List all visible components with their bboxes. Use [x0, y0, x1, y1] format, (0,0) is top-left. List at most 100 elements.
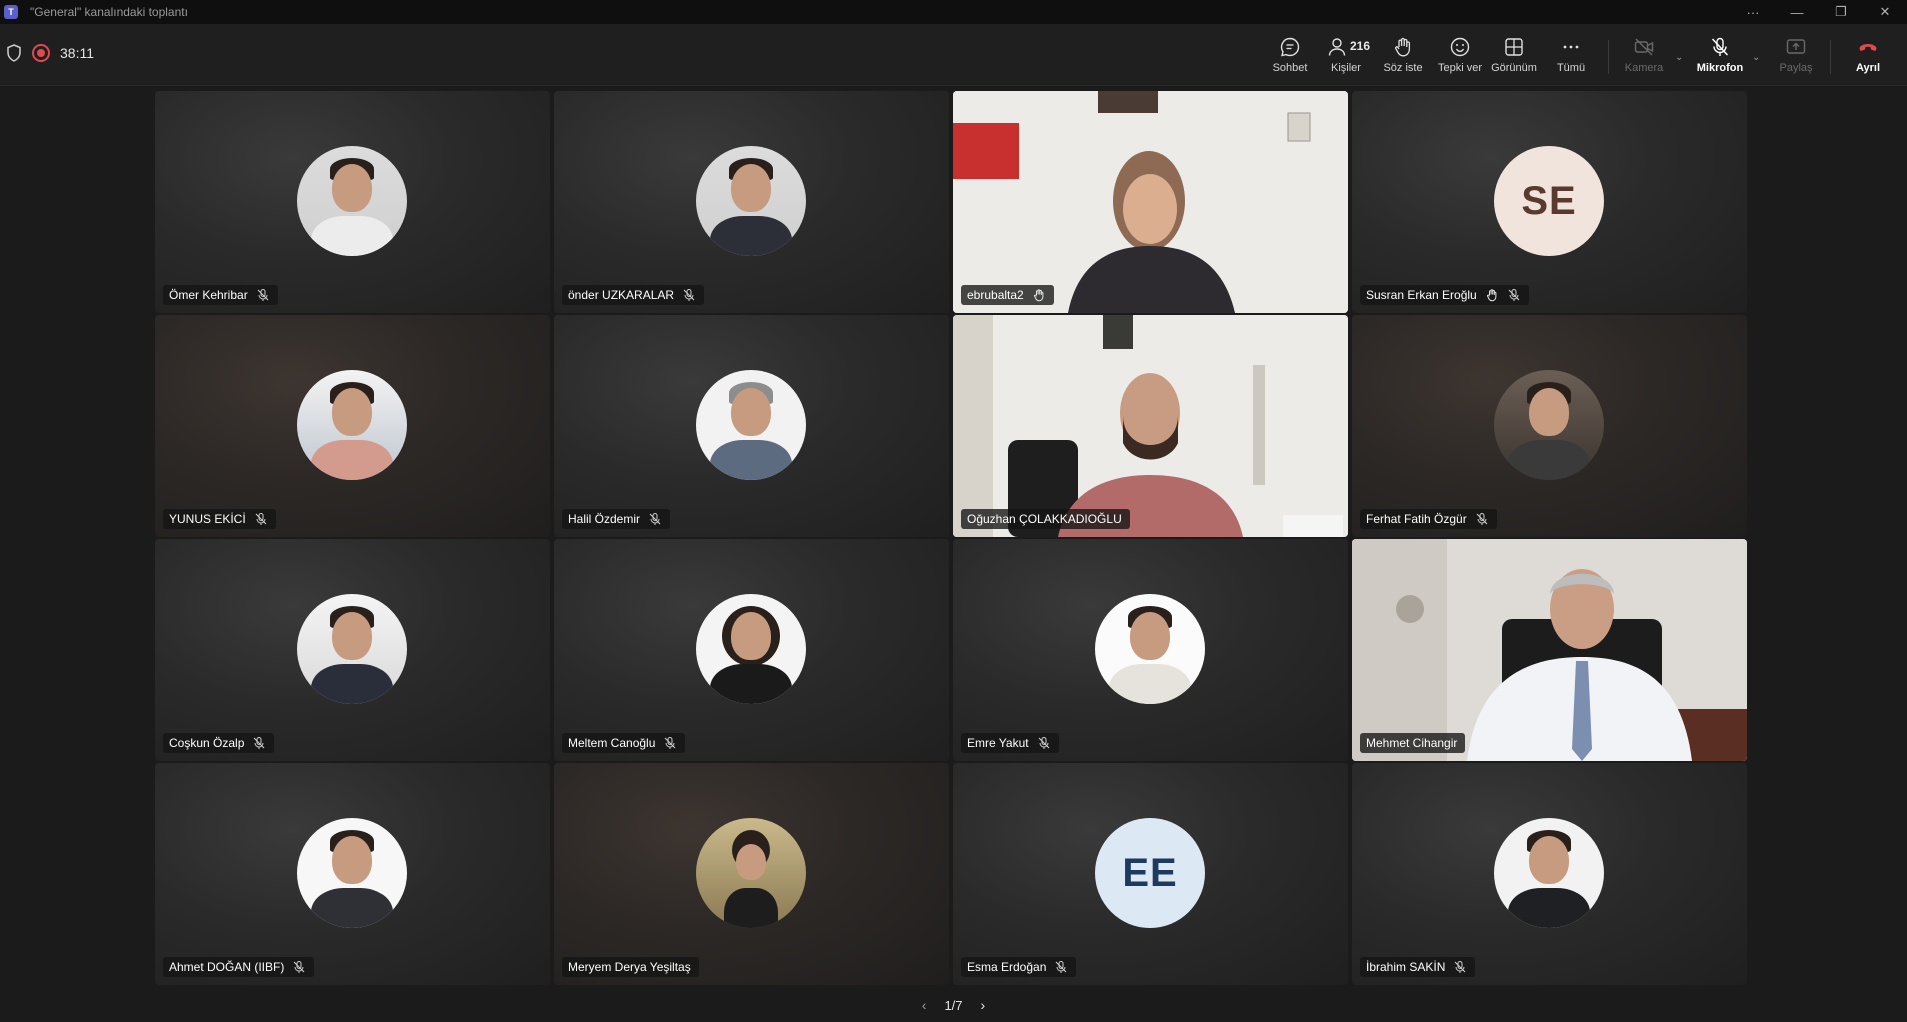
participant-name-tag: Ahmet DOĞAN (IIBF)	[163, 957, 315, 977]
close-icon[interactable]: ✕	[1863, 0, 1907, 24]
mic-button[interactable]: Mikrofon	[1696, 36, 1744, 80]
share-button[interactable]: Paylaş	[1778, 36, 1814, 80]
mic-off-icon	[1476, 513, 1488, 525]
participant-name: YUNUS EKİCİ	[169, 512, 246, 526]
participant-name-tag: Emre Yakut	[961, 733, 1059, 753]
title-bar: T "General" kanalındaki toplantı ··· — ❐…	[0, 0, 1907, 24]
view-label: Görünüm	[1491, 62, 1537, 74]
leave-button[interactable]: Ayrıl	[1852, 36, 1884, 80]
participant-name: Meltem Canoğlu	[568, 736, 656, 750]
mic-off-icon	[1711, 37, 1729, 56]
share-label: Paylaş	[1779, 62, 1813, 74]
camera-button[interactable]: Kamera	[1624, 36, 1664, 80]
mic-options-chevron-icon[interactable]: ⌄	[1752, 52, 1760, 63]
participant-photo	[1494, 370, 1604, 480]
toolbar-divider	[1830, 40, 1831, 74]
chat-button[interactable]: Sohbet	[1272, 36, 1308, 80]
participant-initials-avatar: SE	[1494, 146, 1604, 256]
participant-initials-avatar: EE	[1095, 818, 1205, 928]
raise-hand-icon	[1033, 289, 1044, 302]
participant-name-tag: Meltem Canoğlu	[562, 733, 686, 753]
participant-video-tile[interactable]: ebrubalta2	[953, 91, 1348, 313]
participant-name: Ahmet DOĞAN (IIBF)	[169, 960, 285, 974]
participant-tile[interactable]: Coşkun Özalp	[155, 539, 550, 761]
participant-name: Halil Özdemir	[568, 512, 641, 526]
recording-icon	[32, 44, 50, 62]
participant-video-tile[interactable]: Mehmet Cihangir	[1352, 539, 1747, 761]
leave-label: Ayrıl	[1855, 62, 1881, 74]
participant-photo	[1095, 594, 1205, 704]
people-count: 216	[1350, 39, 1371, 53]
participant-name: İbrahim SAKİN	[1366, 960, 1446, 974]
mic-off-icon	[253, 737, 265, 749]
restore-icon[interactable]: ❐	[1819, 0, 1863, 24]
participant-tile[interactable]: Halil Özdemir	[554, 315, 949, 537]
mic-off-icon	[683, 289, 695, 301]
participant-name-tag: Ferhat Fatih Özgür	[1360, 509, 1497, 529]
participant-name-tag: Coşkun Özalp	[163, 733, 275, 753]
next-page-icon[interactable]: ›	[981, 997, 986, 1013]
camera-off-icon	[1634, 38, 1654, 56]
participant-photo	[696, 370, 806, 480]
participant-photo	[696, 146, 806, 256]
mic-off-icon	[1508, 289, 1520, 301]
participant-photo	[696, 594, 806, 704]
mic-off-icon	[1056, 961, 1067, 973]
more-icon	[1563, 45, 1579, 49]
participant-name-tag: Meryem Derya Yeşiltaş	[562, 957, 699, 977]
mic-off-icon	[1038, 737, 1049, 749]
participant-name: önder UZKARALAR	[568, 288, 675, 302]
participant-name-tag: Oğuzhan ÇOLAKKADIOĞLU	[961, 509, 1130, 529]
participant-tile[interactable]: EE Esma Erdoğan	[953, 763, 1348, 985]
hang-up-icon	[1859, 44, 1877, 51]
more-options-icon[interactable]: ···	[1731, 0, 1775, 24]
react-label: Tepki ver	[1437, 62, 1483, 74]
participant-photo	[297, 370, 407, 480]
participant-video-tile[interactable]: Oğuzhan ÇOLAKKADIOĞLU	[953, 315, 1348, 537]
mic-off-icon	[257, 289, 269, 301]
raise-hand-icon	[1395, 37, 1411, 57]
people-icon	[1328, 38, 1346, 56]
chat-icon	[1280, 37, 1300, 57]
participant-video	[953, 315, 1348, 537]
participant-name: Coşkun Özalp	[169, 736, 245, 750]
participant-tile[interactable]: Ahmet DOĞAN (IIBF)	[155, 763, 550, 985]
meeting-toolbar: 38:11 Sohbet 216 Kişiler Söz iste Tepki …	[0, 24, 1907, 86]
raise-hand-label: Söz iste	[1383, 62, 1423, 74]
participant-grid: Ömer Kehribar önder UZKARALAR ebrubalta2…	[155, 91, 1748, 986]
meeting-timer: 38:11	[60, 45, 94, 61]
participant-tile[interactable]: Ömer Kehribar	[155, 91, 550, 313]
participant-tile[interactable]: Emre Yakut	[953, 539, 1348, 761]
view-button[interactable]: Görünüm	[1491, 36, 1537, 80]
camera-options-chevron-icon[interactable]: ⌄	[1675, 52, 1683, 63]
participant-tile[interactable]: İbrahim SAKİN	[1352, 763, 1747, 985]
participant-name-tag: Halil Özdemir	[562, 509, 671, 529]
react-button[interactable]: Tepki ver	[1437, 36, 1483, 80]
participant-name: Ömer Kehribar	[169, 288, 248, 302]
mic-off-icon	[664, 737, 676, 749]
participant-video	[953, 91, 1348, 313]
participant-tile[interactable]: Meryem Derya Yeşiltaş	[554, 763, 949, 985]
participant-photo	[297, 594, 407, 704]
people-button[interactable]: 216 Kişiler	[1326, 36, 1370, 80]
previous-page-icon[interactable]: ‹	[922, 997, 927, 1013]
participant-name: Susran Erkan Eroğlu	[1366, 288, 1477, 302]
raise-hand-button[interactable]: Söz iste	[1383, 36, 1423, 80]
participant-tile[interactable]: Meltem Canoğlu	[554, 539, 949, 761]
participant-tile[interactable]: SE Susran Erkan Eroğlu	[1352, 91, 1747, 313]
participant-name-tag: İbrahim SAKİN	[1360, 957, 1476, 977]
participant-tile[interactable]: önder UZKARALAR	[554, 91, 949, 313]
smiley-icon	[1450, 37, 1470, 57]
participant-name-tag: Esma Erdoğan	[961, 957, 1077, 977]
more-button[interactable]: Tümü	[1555, 36, 1587, 80]
participant-tile[interactable]: Ferhat Fatih Özgür	[1352, 315, 1747, 537]
more-label: Tümü	[1556, 62, 1586, 74]
toolbar-divider	[1608, 40, 1609, 74]
minimize-icon[interactable]: —	[1775, 0, 1819, 24]
meeting-status: 38:11	[6, 44, 94, 62]
teams-logo-icon: T	[4, 5, 18, 19]
raise-hand-icon	[1486, 289, 1497, 302]
participant-tile[interactable]: YUNUS EKİCİ	[155, 315, 550, 537]
participant-name-tag: Mehmet Cihangir	[1360, 733, 1466, 753]
mic-off-icon	[293, 961, 305, 973]
